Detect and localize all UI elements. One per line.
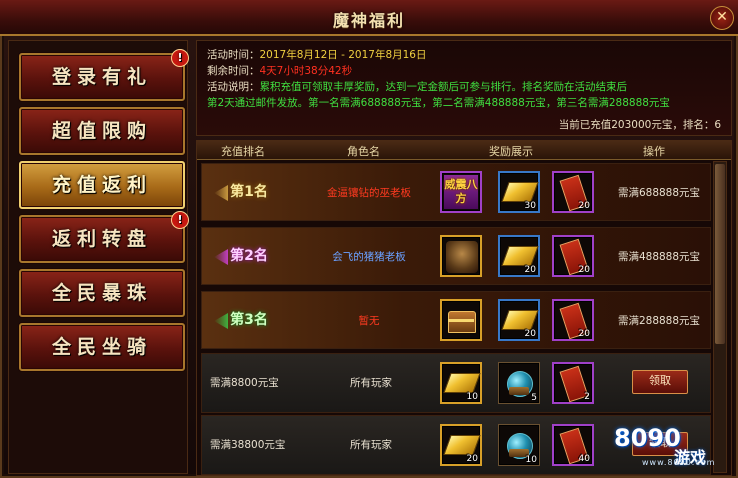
reward-slot[interactable]: 20 [552, 235, 594, 277]
reward-slot[interactable]: 20 [552, 171, 594, 213]
remaining-time-line: 剩余时间：4天7小时38分42秒 [207, 65, 353, 77]
reward-slot[interactable]: 20 [498, 299, 540, 341]
title-item-icon: 威震八方 [444, 175, 478, 209]
sidebar-item-login-gift[interactable]: 登录有礼 ! [19, 49, 189, 101]
reward-slot[interactable]: 威震八方 [440, 171, 482, 213]
scrollbar-thumb[interactable] [715, 164, 725, 344]
notification-badge: ! [171, 211, 189, 229]
sidebar-item-rebate-wheel[interactable]: 返利转盘 ! [19, 211, 189, 263]
sidebar-item-recharge-rebate[interactable]: 充值返利 [19, 161, 185, 209]
table-header: 充值排名 角色名 奖励展示 操作 [197, 141, 731, 160]
table-row: 第2名 会飞的猪猪老板 20 20 需满488888元宝 [201, 227, 711, 285]
column-header: 操作 [643, 145, 665, 158]
sidebar-item-label: 全民坐骑 [51, 336, 152, 358]
countdown: 4天7小时38分42秒 [259, 65, 353, 77]
gold-ingot-icon [443, 435, 481, 455]
rank-badge: 第3名 [230, 312, 268, 328]
description-line: 活动说明：累积充值可领取丰厚奖励，达到一定金额后可参与排行。排名奖励在活动结束后 [207, 81, 628, 93]
column-header: 奖励展示 [489, 145, 533, 158]
reward-slot[interactable] [440, 235, 482, 277]
sidebar-item-value-purchase[interactable]: 超值限购 [19, 107, 185, 155]
reward-slot[interactable] [440, 299, 482, 341]
reward-slot[interactable]: 5 [498, 362, 540, 404]
gold-ingot-icon [443, 373, 481, 393]
sidebar-item-label: 充值返利 [51, 174, 152, 196]
description-text: 累积充值可领取丰厚奖励，达到一定金额后可参与排行。排名奖励在活动结束后 [259, 81, 628, 93]
sidebar-item-all-gems[interactable]: 全民暴珠 [19, 269, 185, 317]
gold-ingot-icon [501, 246, 539, 266]
watermark-url: www.8090.com [642, 458, 716, 467]
eligible-players: 所有玩家 [350, 377, 392, 389]
sidebar: 登录有礼 ! 超值限购 充值返利 返利转盘 ! 全民暴珠 全民坐骑 [8, 40, 189, 474]
reward-slot[interactable]: 20 [440, 424, 482, 466]
sidebar-item-label: 全民暴珠 [51, 282, 152, 304]
activity-time-line: 活动时间：2017年8月12日 - 2017年8月16日 [207, 49, 427, 61]
rank-badge: 第2名 [230, 248, 268, 264]
requirement-text: 需满688888元宝 [617, 187, 701, 199]
player-name: 暂无 [358, 315, 380, 327]
table-row: 第3名 暂无 20 20 需满288888元宝 [201, 291, 711, 349]
table-row: 需满8800元宝 所有玩家 10 5 2 领取 [201, 353, 711, 413]
table-row: 第1名 金逼镶钻的巫老板 威震八方 30 20 需满688888元宝 [201, 163, 711, 221]
watermark-logo-number: 8090 [614, 424, 681, 452]
rank-badge: 第1名 [230, 184, 268, 200]
treasure-chest-icon [448, 311, 476, 333]
player-name: 会飞的猪猪老板 [332, 251, 406, 263]
column-header: 充值排名 [221, 145, 265, 158]
notification-badge: ! [171, 49, 189, 67]
reward-slot[interactable]: 2 [552, 362, 594, 404]
description-line-2: 第2天通过邮件发放。第一名需满688888元宝，第二名需满488888元宝，第三… [207, 97, 670, 109]
reward-slot[interactable]: 10 [440, 362, 482, 404]
activity-info-panel: 活动时间：2017年8月12日 - 2017年8月16日 剩余时间：4天7小时3… [196, 40, 732, 136]
sidebar-item-all-mounts[interactable]: 全民坐骑 [19, 323, 185, 371]
site-watermark: 8090 游戏 www.8090.com [610, 424, 734, 474]
reward-slot[interactable]: 40 [552, 424, 594, 466]
reward-slot[interactable]: 30 [498, 171, 540, 213]
reward-slot[interactable]: 20 [498, 235, 540, 277]
reward-slot[interactable]: 10 [498, 424, 540, 466]
activity-time: 2017年8月12日 - 2017年8月16日 [259, 49, 427, 61]
column-header: 角色名 [347, 145, 380, 158]
requirement-text: 需满288888元宝 [617, 315, 701, 327]
mount-icon [446, 241, 478, 273]
eligible-players: 所有玩家 [350, 439, 392, 451]
requirement-text: 需满488888元宝 [617, 251, 701, 263]
gold-ingot-icon [501, 182, 539, 202]
player-name: 金逼镶钻的巫老板 [327, 187, 411, 199]
sidebar-item-label: 超值限购 [51, 120, 152, 142]
gold-ingot-icon [501, 310, 539, 330]
close-icon[interactable]: ✕ [710, 6, 734, 30]
title-bar: 魔神福利 ✕ [0, 0, 738, 36]
sidebar-item-label: 返利转盘 [51, 228, 152, 250]
claim-button[interactable]: 领取 [632, 370, 688, 394]
sidebar-item-label: 登录有礼 [51, 66, 152, 88]
reward-slot[interactable]: 20 [552, 299, 594, 341]
current-recharge-status: 当前已充值203000元宝，排名：6 [558, 119, 721, 131]
window-title: 魔神福利 [332, 11, 405, 30]
